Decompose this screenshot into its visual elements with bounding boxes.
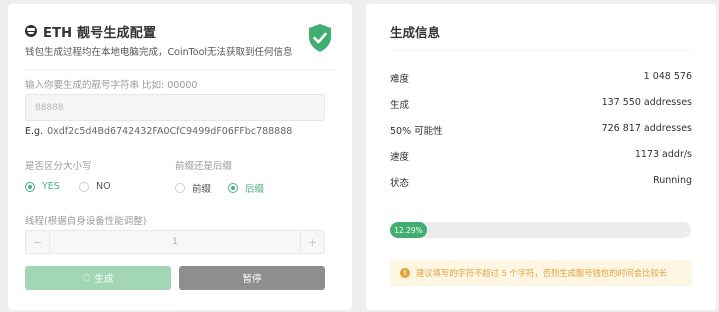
generate-button-label: 生成: [94, 274, 114, 285]
threads-label: 线程(根据自身设备性能调整): [25, 216, 147, 227]
threads-increment-button[interactable]: +: [300, 231, 324, 253]
stat-label: 50% 可能性: [390, 126, 443, 137]
radio-dot: [228, 183, 238, 193]
pause-button[interactable]: 暂停: [179, 266, 325, 290]
stat-label: 速度: [390, 152, 410, 163]
stat-value: 726 817 addresses: [601, 123, 692, 134]
warning-icon: !: [400, 268, 410, 278]
case-sensitive-label: 是否区分大小写: [25, 161, 92, 172]
loading-spinner-icon: ◌: [82, 273, 91, 283]
pattern-input[interactable]: 88888: [25, 94, 325, 121]
config-subtitle: 钱包生成过程均在本地电脑完成，CoinTool无法获取到任何信息: [25, 47, 293, 58]
radio-dot: [79, 181, 89, 192]
example-address-value: 0xdf2c5d4Bd6742432FA0CfC9499dF06FFbc7888…: [47, 126, 293, 137]
threads-decrement-button[interactable]: −: [26, 231, 50, 253]
example-prefix: E.g.: [25, 126, 44, 137]
stat-label: 难度: [390, 74, 410, 85]
generation-info-panel: 生成信息 难度 1 048 576 生成 137 550 addresses 5…: [366, 4, 716, 310]
threads-value-input[interactable]: 1: [50, 237, 300, 247]
stat-label: 生成: [390, 100, 410, 111]
progress-fill: 12.29%: [390, 222, 427, 238]
info-title: 生成信息: [390, 25, 441, 40]
config-title: ETH 靓号生成配置: [43, 25, 157, 41]
radio-dot: [25, 181, 35, 192]
divider: [390, 50, 692, 51]
config-header: ETH 靓号生成配置 钱包生成过程均在本地电脑完成，CoinTool无法获取到任…: [25, 22, 337, 70]
example-address: E.g. 0xdf2c5d4Bd6742432FA0CfC9499dF06FFbc…: [25, 126, 292, 137]
stat-value: 1173 addr/s: [634, 149, 692, 160]
stat-difficulty: 难度 1 048 576: [390, 71, 692, 85]
stat-value: 1 048 576: [643, 71, 692, 82]
warning-text: 建议填写的字符不超过 5 个字符，否则生成靓号钱包的时间会比较长: [416, 268, 668, 278]
generate-button[interactable]: ◌ 生成: [25, 266, 171, 290]
smiley-icon: [25, 25, 37, 37]
threads-stepper: − 1 +: [25, 230, 325, 254]
stat-value: Running: [653, 175, 692, 186]
prefix-suffix-label: 前缀还是后缀: [175, 161, 233, 172]
pattern-label: 输入你要生成的靓号字符串 比如: 00000: [25, 80, 198, 91]
stat-generated: 生成 137 550 addresses: [390, 97, 692, 111]
stat-probability: 50% 可能性 726 817 addresses: [390, 123, 692, 137]
stat-label: 状态: [390, 178, 410, 189]
case-yes-radio[interactable]: YES: [25, 181, 60, 192]
stat-status: 状态 Running: [390, 175, 692, 189]
warning-alert: ! 建议填写的字符不超过 5 个字符，否则生成靓号钱包的时间会比较长: [390, 260, 692, 286]
case-no-radio[interactable]: NO: [79, 181, 111, 192]
suffix-radio[interactable]: 后缀: [228, 181, 264, 195]
shield-check-icon: [309, 24, 331, 52]
stat-value: 137 550 addresses: [601, 97, 692, 108]
config-panel: ETH 靓号生成配置 钱包生成过程均在本地电脑完成，CoinTool无法获取到任…: [8, 4, 352, 310]
stat-speed: 速度 1173 addr/s: [390, 149, 692, 163]
radio-dot: [175, 183, 185, 193]
progress-bar: 12.29%: [390, 222, 691, 238]
prefix-radio[interactable]: 前缀: [175, 181, 211, 195]
